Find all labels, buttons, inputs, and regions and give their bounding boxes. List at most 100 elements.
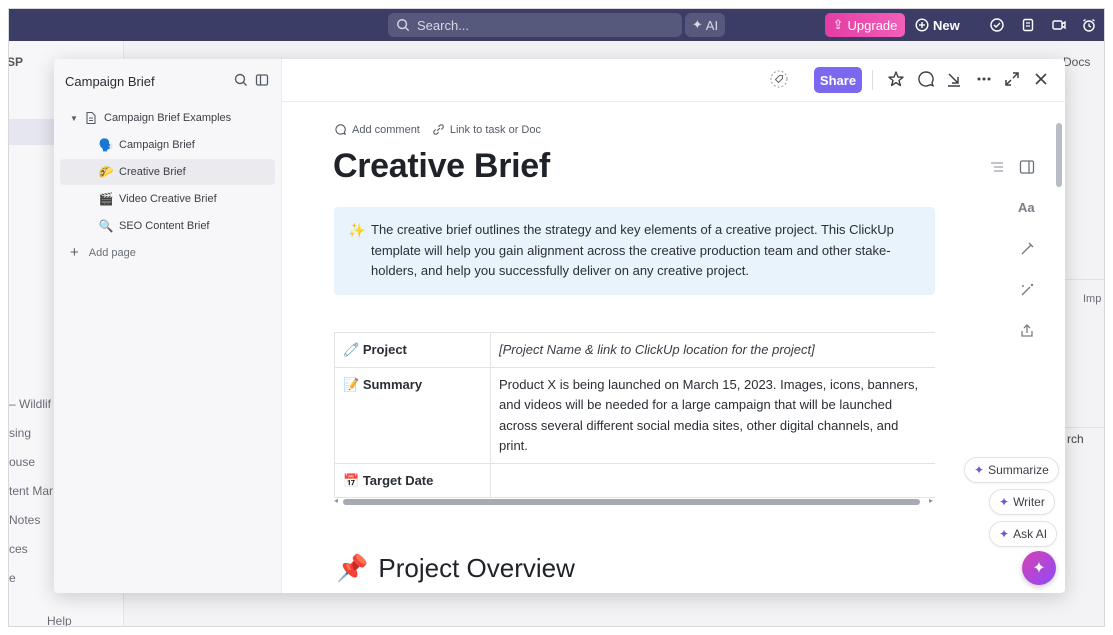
background-nav-item[interactable]: ouse <box>9 455 35 469</box>
sparkle-icon: ✦ <box>999 495 1010 509</box>
background-nav-item[interactable]: tent Mar <box>9 484 53 498</box>
ai-assistant-button[interactable]: ✦ <box>1022 551 1056 585</box>
search-placeholder: Search... <box>417 17 470 33</box>
magic-wand-icon[interactable] <box>1018 240 1036 258</box>
doc-title[interactable]: Creative Brief <box>333 147 550 186</box>
alarm-clock-icon[interactable] <box>1081 17 1097 33</box>
brief-table: 🧷 Project [Project Name & link to ClickU… <box>334 332 935 498</box>
pushpin-icon: 📌 <box>336 553 369 583</box>
sparkle-icon: ✦ <box>1032 560 1046 577</box>
page-layout-icon[interactable] <box>1018 158 1036 176</box>
ai-label: AI <box>705 17 719 33</box>
plus-circle-icon <box>915 18 929 32</box>
more-options-icon[interactable] <box>974 69 994 89</box>
table-of-contents-icon[interactable] <box>988 158 1006 176</box>
add-comment-label: Add comment <box>352 123 420 136</box>
document-icon <box>86 111 96 125</box>
ai-button[interactable]: ✦ AI <box>685 13 725 37</box>
ask-ai-label: Ask AI <box>1013 527 1048 541</box>
tree-item-creative-brief[interactable]: 🌮 Creative Brief <box>60 159 275 185</box>
upgrade-icon: ⇪ <box>832 17 844 32</box>
top-bar: Search... ✦ AI ⇪ Upgrade New <box>9 9 1104 41</box>
global-search[interactable]: Search... <box>388 13 682 37</box>
section-title: Project Overview <box>378 553 575 583</box>
search-icon <box>397 19 410 32</box>
sparkle-icon: ✦ <box>691 17 703 32</box>
add-comment-button[interactable]: Add comment <box>334 123 420 136</box>
upgrade-button[interactable]: ⇪ Upgrade <box>825 13 905 37</box>
video-icon[interactable] <box>1051 17 1067 33</box>
background-nav-item[interactable]: ces <box>9 542 28 556</box>
sidebar-toggle-icon[interactable] <box>254 72 270 88</box>
table-value-cell[interactable]: [Project Name & link to ClickUp location… <box>490 332 935 368</box>
caret-down-icon[interactable]: ▼ <box>70 114 84 123</box>
close-icon[interactable] <box>1031 69 1051 89</box>
background-import-label[interactable]: Imp <box>1083 293 1101 305</box>
new-label: New <box>933 17 960 33</box>
safety-pin-icon: 🧷 <box>343 342 360 357</box>
table-key-cell[interactable]: 📝 Summary <box>334 366 491 464</box>
comment-icon[interactable] <box>916 69 936 89</box>
star-icon[interactable] <box>886 69 906 89</box>
summarize-button[interactable]: ✦ Summarize <box>964 457 1059 483</box>
doc-content: Share Add comment Link to task or Doc Cr… <box>282 59 1065 593</box>
tree-item-label: Campaign Brief Examples <box>104 112 232 124</box>
background-nav-item[interactable]: e <box>9 571 16 585</box>
table-key: Summary <box>362 376 423 392</box>
tree-item-seo-content-brief[interactable]: 🔍 SEO Content Brief <box>97 213 275 239</box>
tree-item-campaign-brief-examples[interactable]: ▼ Campaign Brief Examples <box>70 105 275 131</box>
expand-icon[interactable] <box>1002 69 1022 89</box>
link-task-label: Link to task or Doc <box>449 123 541 136</box>
section-heading[interactable]: 📌 Project Overview <box>336 553 575 584</box>
doc-sidebar: Campaign Brief ▼ Campaign Brief Examples… <box>54 59 282 593</box>
scrollbar-thumb[interactable] <box>343 499 920 505</box>
background-search-label: rch <box>1067 432 1084 446</box>
background-divider <box>1065 279 1104 280</box>
table-key: Target Date <box>362 472 434 488</box>
plus-icon: + <box>70 244 79 261</box>
table-key-cell[interactable]: 📅 Target Date <box>334 462 491 498</box>
speaking-head-icon: 🗣️ <box>98 138 114 152</box>
typography-icon[interactable]: Aa <box>1018 200 1036 218</box>
tree-item-label: Campaign Brief <box>119 139 195 151</box>
writer-button[interactable]: ✦ Writer <box>989 489 1055 515</box>
table-horizontal-scrollbar[interactable]: ◂ ▸ <box>334 496 935 506</box>
tree-item-campaign-brief[interactable]: 🗣️ Campaign Brief <box>97 132 275 158</box>
tree-item-video-creative-brief[interactable]: 🎬 Video Creative Brief <box>97 186 275 212</box>
new-button[interactable]: New <box>915 13 963 37</box>
callout-block[interactable]: ✨ The creative brief outlines the strate… <box>334 207 935 295</box>
add-page-button[interactable]: + Add page <box>70 244 136 261</box>
background-nav-item[interactable]: Notes <box>9 513 40 527</box>
background-divider <box>1065 427 1104 428</box>
comment-icon <box>335 124 347 136</box>
share-button[interactable]: Share <box>814 67 862 93</box>
search-icon[interactable] <box>233 72 249 88</box>
app-window: Search... ✦ AI ⇪ Upgrade New SP – Wildli… <box>8 8 1105 627</box>
workspace-initials[interactable]: SP <box>9 55 23 69</box>
tree-item-label: SEO Content Brief <box>119 220 210 232</box>
doc-vertical-scrollbar[interactable] <box>1056 123 1062 187</box>
table-value-cell[interactable]: Product X is being launched on March 15,… <box>490 366 935 464</box>
memo-icon: 📝 <box>343 376 360 392</box>
calendar-icon: 📅 <box>343 472 360 488</box>
check-circle-icon[interactable] <box>989 17 1005 33</box>
background-nav-item[interactable]: sing <box>9 426 31 440</box>
upgrade-label: Upgrade <box>847 17 898 33</box>
notepad-icon[interactable] <box>1020 17 1036 33</box>
scroll-left-icon[interactable]: ◂ <box>334 496 338 505</box>
scroll-right-icon[interactable]: ▸ <box>929 496 933 505</box>
sparkle-icon: ✦ <box>999 527 1010 541</box>
help-link[interactable]: Help <box>47 614 72 626</box>
background-nav-item[interactable]: – Wildlif <box>9 397 51 411</box>
table-row: 📅 Target Date <box>334 462 935 498</box>
tag-icon[interactable] <box>769 69 789 89</box>
table-key-cell[interactable]: 🧷 Project <box>334 332 491 368</box>
magnifying-glass-icon: 🔍 <box>98 219 114 233</box>
link-task-button[interactable]: Link to task or Doc <box>432 123 541 136</box>
background-docs-label[interactable]: Docs <box>1063 55 1090 69</box>
ask-ai-button[interactable]: ✦ Ask AI <box>989 521 1058 547</box>
table-value-cell[interactable] <box>490 462 935 498</box>
ai-edit-icon[interactable] <box>1018 281 1036 299</box>
share-upload-icon[interactable] <box>1018 322 1036 340</box>
download-arrow-icon[interactable] <box>944 69 964 89</box>
